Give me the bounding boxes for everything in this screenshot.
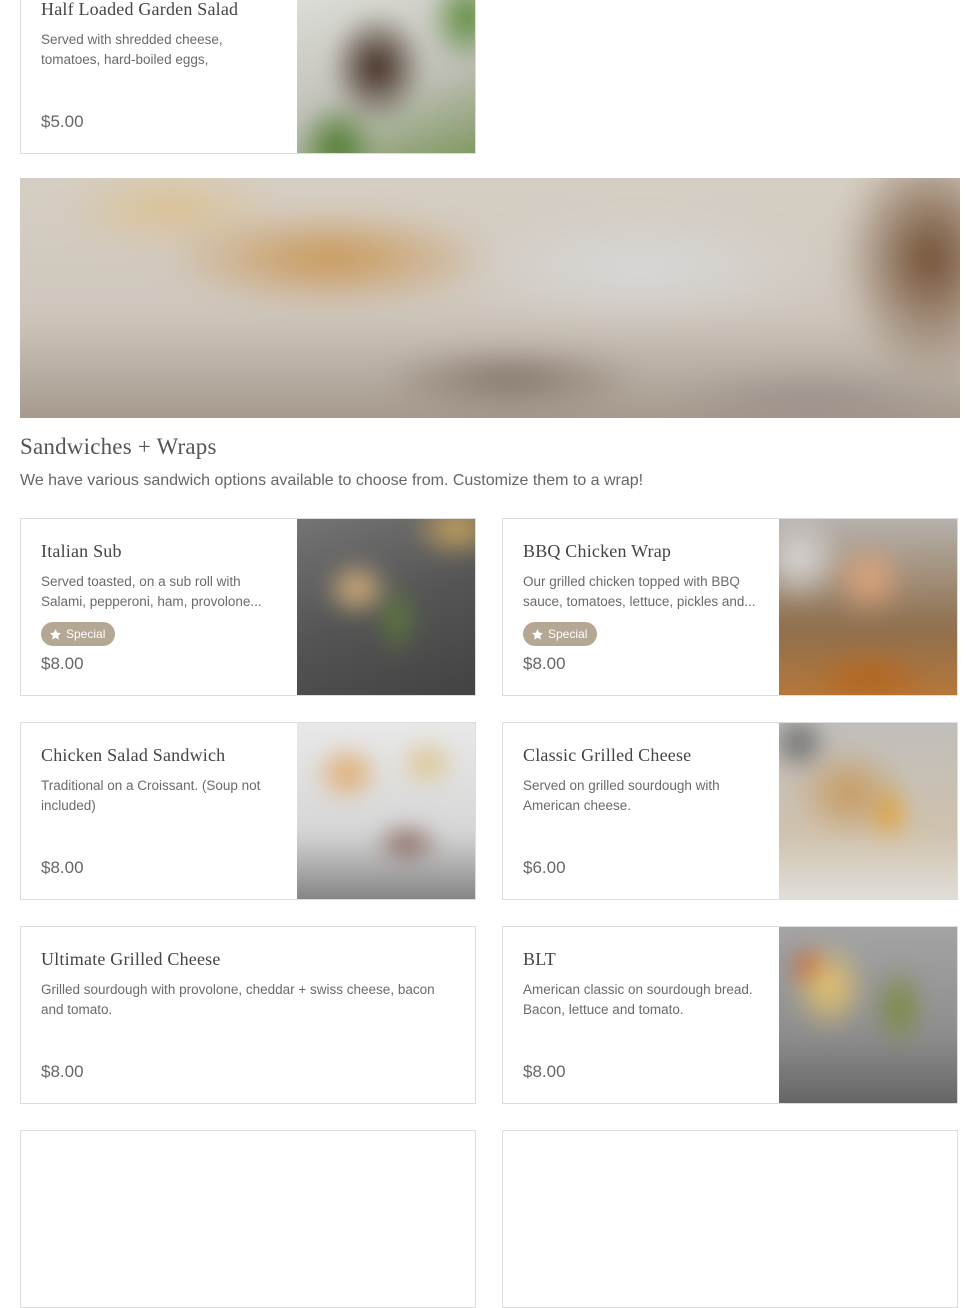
menu-item-price: $8.00: [523, 654, 566, 673]
special-badge: Special: [41, 622, 116, 646]
menu-item-name: BLT: [523, 949, 556, 969]
menu-item-card[interactable]: Half Loaded Garden Salad Served with shr…: [20, 0, 476, 154]
menu-item-description: Our grilled chicken topped with BBQ sauc…: [523, 574, 756, 609]
menu-item-name: Classic Grilled Cheese: [523, 745, 692, 765]
menu-item-card[interactable]: [20, 1130, 476, 1308]
menu-item-name: Half Loaded Garden Salad: [41, 0, 239, 19]
menu-item-photo: [297, 723, 475, 899]
section-description: We have various sandwich options availab…: [20, 472, 644, 489]
menu-item-photo: [779, 927, 957, 1103]
special-badge: Special: [523, 622, 598, 646]
star-icon: [49, 628, 62, 640]
menu-item-photo: [297, 519, 475, 695]
section-title: Sandwiches + Wraps: [20, 434, 217, 459]
menu-item-price: $5.00: [41, 112, 84, 131]
menu-item-photo: [297, 0, 475, 153]
badge-label: Special: [548, 627, 588, 641]
menu-item-card[interactable]: [502, 1130, 958, 1308]
badge-label: Special: [66, 627, 106, 641]
menu-item-price: $8.00: [41, 858, 84, 877]
menu-item-card[interactable]: Ultimate Grilled Cheese Grilled sourdoug…: [20, 926, 476, 1104]
menu-item-price: $8.00: [41, 1062, 84, 1081]
menu-item-description: Traditional on a Croissant. (Soup not in…: [41, 778, 261, 813]
section-banner-image: [20, 178, 960, 418]
menu-item-description: Served toasted, on a sub roll with Salam…: [41, 574, 262, 609]
menu-item-description: Served on grilled sourdough with America…: [523, 778, 720, 813]
menu-item-card[interactable]: Italian Sub Served toasted, on a sub rol…: [20, 518, 476, 696]
menu-item-price: $6.00: [523, 858, 566, 877]
menu-item-photo: [779, 723, 957, 899]
menu-item-card[interactable]: Classic Grilled Cheese Served on grilled…: [502, 722, 958, 900]
menu-item-description: Served with shredded cheese, tomatoes, h…: [41, 32, 223, 67]
menu-item-card[interactable]: Chicken Salad Sandwich Traditional on a …: [20, 722, 476, 900]
menu-item-name: BBQ Chicken Wrap: [523, 541, 672, 561]
menu-item-description: American classic on sourdough bread. Bac…: [523, 982, 753, 1017]
menu-item-name: Chicken Salad Sandwich: [41, 745, 226, 765]
menu-item-name: Ultimate Grilled Cheese: [41, 949, 221, 969]
menu-item-price: $8.00: [41, 654, 84, 673]
menu-item-card[interactable]: BLT American classic on sourdough bread.…: [502, 926, 958, 1104]
menu-item-photo: [779, 519, 957, 695]
star-icon: [531, 628, 544, 640]
menu-item-card[interactable]: BBQ Chicken Wrap Our grilled chicken top…: [502, 518, 958, 696]
menu-item-price: $8.00: [523, 1062, 566, 1081]
menu-item-name: Italian Sub: [41, 541, 122, 561]
menu-item-description: Grilled sourdough with provolone, chedda…: [41, 982, 435, 1017]
